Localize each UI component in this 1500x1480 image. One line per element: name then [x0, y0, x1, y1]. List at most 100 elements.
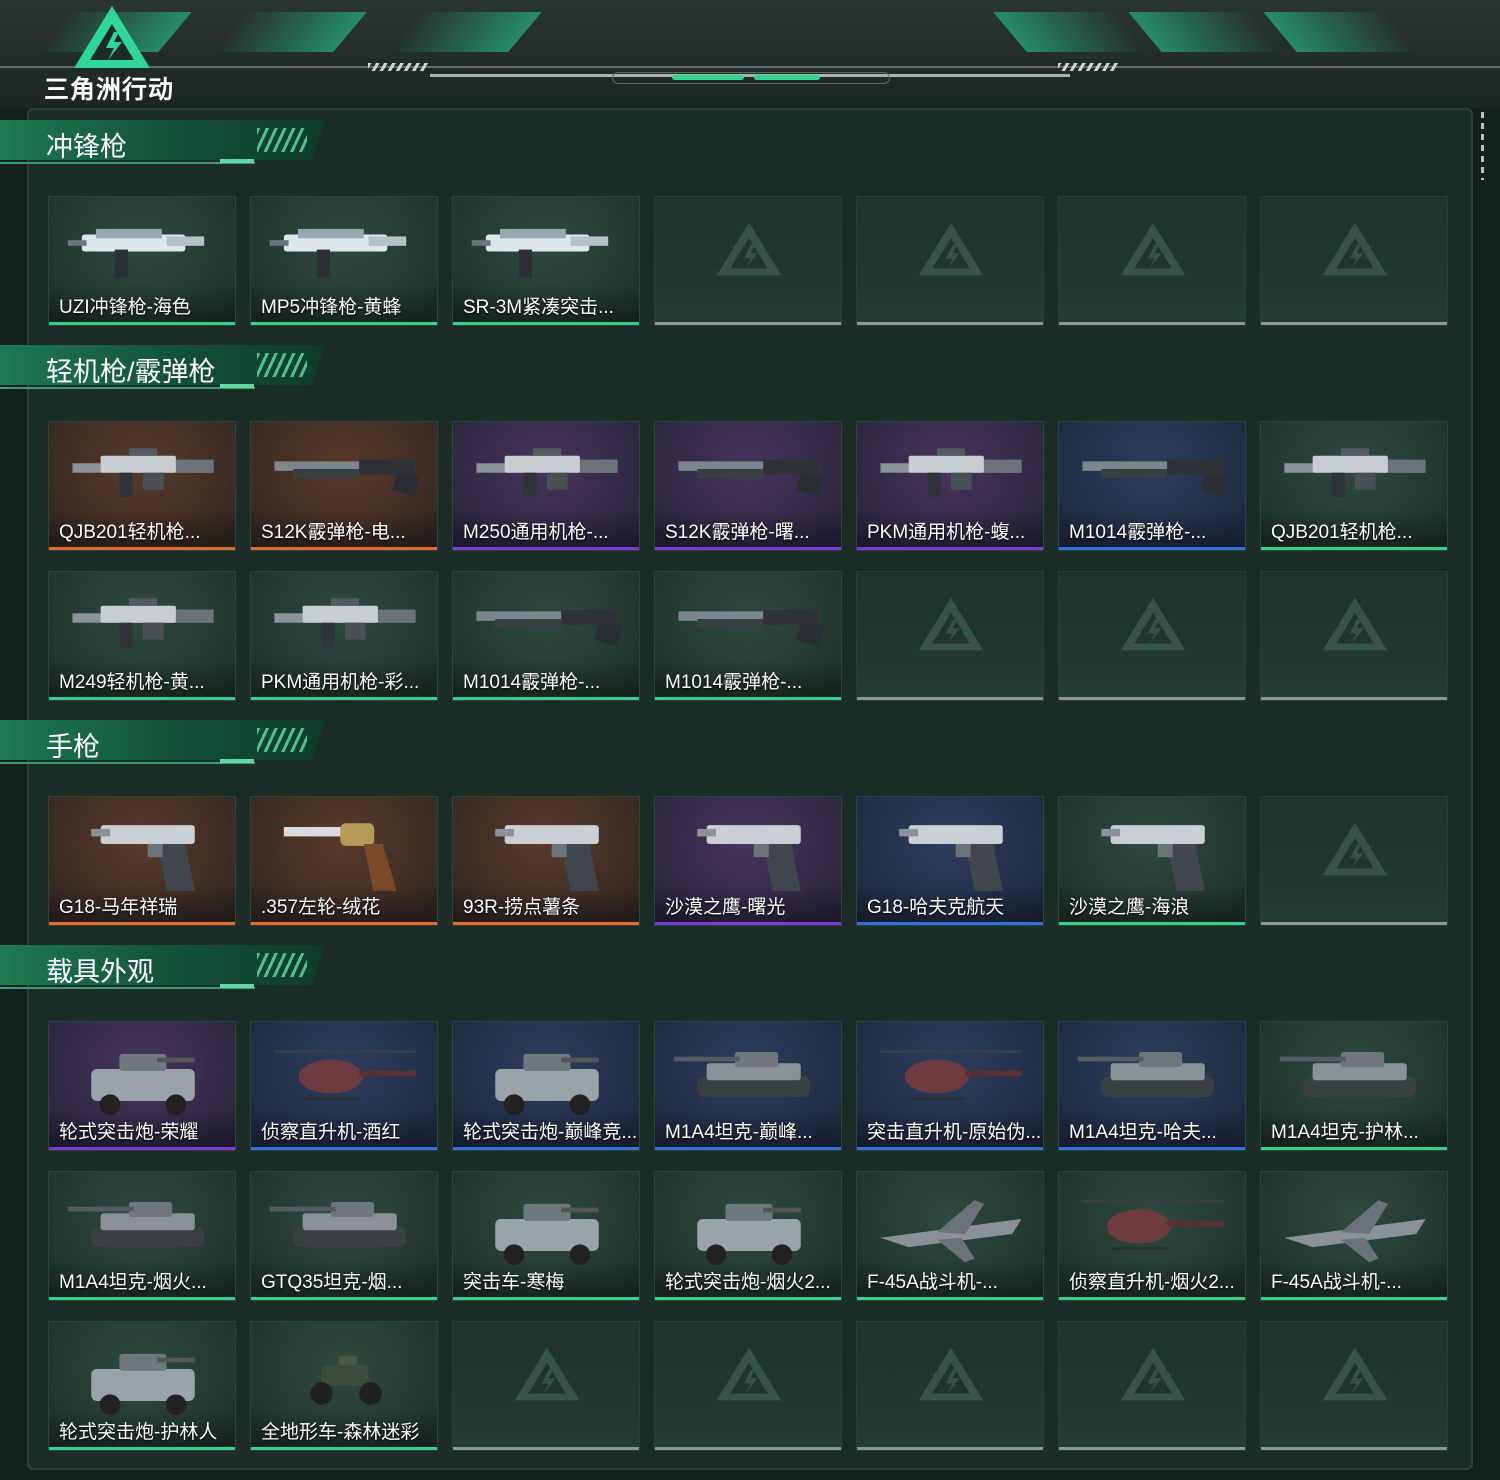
helicopter-icon	[880, 1050, 1022, 1100]
header-stripe	[388, 12, 542, 52]
rarity-bar	[1059, 1297, 1245, 1300]
item-card[interactable]: .357左轮-绒花	[250, 796, 438, 926]
item-name: M1A4坦克-护林...	[1271, 1122, 1419, 1143]
empty-slot	[1058, 196, 1246, 326]
lmg-icon	[72, 448, 214, 498]
header-indicator	[754, 75, 820, 80]
item-name: MP5冲锋枪-黄蜂	[261, 297, 402, 318]
item-card[interactable]: PKM通用机枪-彩...	[250, 571, 438, 701]
item-card[interactable]: 93R-捞点薯条	[452, 796, 640, 926]
tank-icon	[1279, 1052, 1417, 1098]
item-card[interactable]: M249轻机枪-黄...	[48, 571, 236, 701]
rarity-bar	[251, 1447, 437, 1450]
section-header-accent	[220, 384, 254, 388]
item-card[interactable]: S12K霰弹枪-电...	[250, 421, 438, 551]
item-name: 侦察直升机-烟火2...	[1069, 1272, 1235, 1293]
item-card[interactable]: M1A4坦克-烟火...	[48, 1171, 236, 1301]
shotgun-icon	[1082, 459, 1229, 498]
item-card[interactable]: M1A4坦克-巅峰...	[654, 1021, 842, 1151]
item-card[interactable]: 沙漠之鹰-海浪	[1058, 796, 1246, 926]
lmg-icon	[72, 598, 214, 648]
header-ticks	[368, 63, 428, 71]
item-card[interactable]: 侦察直升机-烟火2...	[1058, 1171, 1246, 1301]
delta-watermark-icon	[1322, 597, 1388, 651]
delta-watermark-icon	[716, 1347, 782, 1401]
rarity-bar	[453, 547, 639, 550]
empty-slot	[1260, 196, 1448, 326]
header-ticks	[1058, 63, 1118, 71]
delta-watermark-icon	[716, 222, 782, 276]
item-card[interactable]: 侦察直升机-酒红	[250, 1021, 438, 1151]
item-card[interactable]: 轮式突击炮-荣耀	[48, 1021, 236, 1151]
item-card[interactable]: 突击车-寒梅	[452, 1171, 640, 1301]
rarity-bar	[655, 922, 841, 925]
item-card[interactable]: M1A4坦克-哈夫...	[1058, 1021, 1246, 1151]
empty-slot-bar	[655, 322, 841, 325]
item-name: M249轻机枪-黄...	[59, 672, 205, 693]
item-name: 突击直升机-原始伪...	[867, 1122, 1042, 1143]
brand-title: 三角洲行动	[44, 76, 175, 104]
smg-icon	[471, 228, 609, 278]
item-name: QJB201轻机枪...	[1271, 522, 1413, 543]
item-card[interactable]: UZI冲锋枪-海色	[48, 196, 236, 326]
rarity-bar	[251, 1297, 437, 1300]
section-header-underline	[0, 762, 255, 764]
empty-slot-bar	[1059, 322, 1245, 325]
item-card[interactable]: M1014霰弹枪-...	[452, 571, 640, 701]
item-card[interactable]: S12K霰弹枪-曙...	[654, 421, 842, 551]
rarity-bar	[453, 322, 639, 325]
item-card[interactable]: M1014霰弹枪-...	[654, 571, 842, 701]
item-card[interactable]: M250通用机枪-...	[452, 421, 640, 551]
item-name: F-45A战斗机-...	[1271, 1272, 1402, 1293]
item-card[interactable]: M1A4坦克-护林...	[1260, 1021, 1448, 1151]
jet-icon	[880, 1200, 1022, 1263]
item-name: S12K霰弹枪-电...	[261, 522, 406, 543]
rarity-bar	[49, 1147, 235, 1150]
delta-watermark-icon	[918, 222, 984, 276]
item-card[interactable]: PKM通用机枪-蝮...	[856, 421, 1044, 551]
item-name: 全地形车-森林迷彩	[261, 1422, 420, 1443]
item-card[interactable]: QJB201轻机枪...	[1260, 421, 1448, 551]
item-card[interactable]: 轮式突击炮-巅峰竞...	[452, 1021, 640, 1151]
rarity-bar	[655, 547, 841, 550]
empty-slot-bar	[1059, 1447, 1245, 1450]
item-card[interactable]: 沙漠之鹰-曙光	[654, 796, 842, 926]
scrollbar[interactable]	[1481, 112, 1484, 180]
item-card[interactable]: M1014霰弹枪-...	[1058, 421, 1246, 551]
section-title: 载具外观	[46, 957, 154, 987]
item-card[interactable]: GTQ35坦克-烟...	[250, 1171, 438, 1301]
item-card[interactable]: F-45A战斗机-...	[856, 1171, 1044, 1301]
rarity-bar	[251, 922, 437, 925]
section-header: 载具外观	[0, 945, 330, 999]
rarity-bar	[857, 1147, 1043, 1150]
empty-slot	[856, 1321, 1044, 1451]
item-card[interactable]: QJB201轻机枪...	[48, 421, 236, 551]
item-card[interactable]: 轮式突击炮-护林人	[48, 1321, 236, 1451]
rarity-bar	[453, 1147, 639, 1150]
item-card[interactable]: 全地形车-森林迷彩	[250, 1321, 438, 1451]
item-card[interactable]: SR-3M紧凑突击...	[452, 196, 640, 326]
item-card[interactable]: MP5冲锋枪-黄蜂	[250, 196, 438, 326]
delta-watermark-icon	[514, 1347, 580, 1401]
delta-watermark-icon	[1120, 1347, 1186, 1401]
empty-slot	[654, 196, 842, 326]
item-card[interactable]: G18-哈夫克航天	[856, 796, 1044, 926]
helicopter-icon	[1082, 1200, 1224, 1250]
rarity-bar	[655, 697, 841, 700]
delta-watermark-icon	[1120, 222, 1186, 276]
item-name: QJB201轻机枪...	[59, 522, 201, 543]
item-card[interactable]: G18-马年祥瑞	[48, 796, 236, 926]
empty-slot-bar	[453, 1447, 639, 1450]
item-card[interactable]: 轮式突击炮-烟火2...	[654, 1171, 842, 1301]
item-name: GTQ35坦克-烟...	[261, 1272, 403, 1293]
delta-watermark-icon	[1120, 597, 1186, 651]
item-name: M1A4坦克-巅峰...	[665, 1122, 813, 1143]
item-card[interactable]: F-45A战斗机-...	[1260, 1171, 1448, 1301]
empty-slot-bar	[1261, 697, 1447, 700]
item-name: 侦察直升机-酒红	[261, 1122, 401, 1143]
empty-slot	[1058, 1321, 1246, 1451]
rarity-bar	[857, 547, 1043, 550]
item-name: M1014霰弹枪-...	[463, 672, 601, 693]
item-card[interactable]: 突击直升机-原始伪...	[856, 1021, 1044, 1151]
tank-icon	[673, 1052, 811, 1098]
